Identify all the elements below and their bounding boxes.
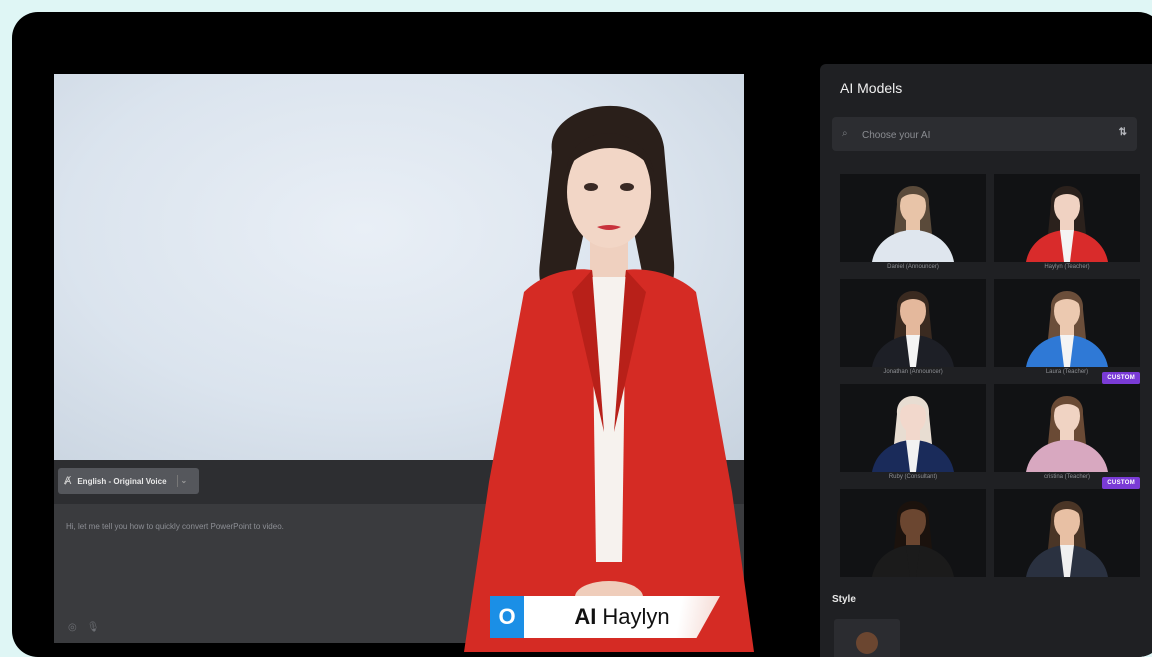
model-thumbnail <box>840 174 986 262</box>
search-icon: ⌕ <box>842 128 848 139</box>
model-thumbnail <box>840 384 986 472</box>
model-portrait-icon <box>872 186 954 262</box>
panel-title: AI Models <box>840 80 903 96</box>
voice-language-button[interactable]: Ⱥ English - Original Voice ⌄ <box>58 468 199 494</box>
editor-bottom-tools: ◎ 🎙 <box>68 622 99 633</box>
model-thumbnail <box>994 489 1140 577</box>
style-section-title: Style <box>832 594 856 605</box>
model-caption: Haylyn (Teacher) <box>1044 264 1090 270</box>
model-portrait-icon <box>1026 396 1108 472</box>
model-portrait-icon <box>872 396 954 472</box>
model-portrait-icon <box>872 291 954 367</box>
ai-models-panel: AI Models ⌕ ⇅ Daniel (Announcer) Haylyn (… <box>820 64 1152 657</box>
model-portrait-icon <box>1026 501 1108 577</box>
custom-badge: CUSTOM <box>1102 477 1140 489</box>
model-search-input[interactable] <box>860 125 1084 145</box>
model-thumbnail <box>994 174 1140 262</box>
model-card[interactable]: Daniel (Announcer) <box>840 174 986 279</box>
script-text-area[interactable]: Hi, let me tell you how to quickly conve… <box>66 522 284 531</box>
record-icon[interactable]: ◎ <box>68 622 77 633</box>
model-card[interactable]: Ruby (Consultant) <box>840 384 986 489</box>
style-thumbnail[interactable] <box>834 619 900 657</box>
model-caption: Ruby (Consultant) <box>888 474 938 480</box>
model-thumbnail <box>994 279 1140 367</box>
model-caption: Jonathan (Announcer) <box>883 369 943 375</box>
style-avatar-icon <box>856 632 878 654</box>
presenter-name: AI Haylyn <box>524 596 720 638</box>
model-grid: Daniel (Announcer) Haylyn (Teacher) Jonath… <box>840 174 1140 594</box>
ai-presenter-avatar <box>464 105 754 652</box>
model-portrait-icon <box>1026 186 1108 262</box>
translate-icon: Ⱥ <box>64 475 72 487</box>
model-portrait-icon <box>872 501 954 577</box>
voice-language-label: English - Original Voice <box>77 476 167 486</box>
filter-icon[interactable]: ⇅ <box>1119 127 1127 138</box>
model-thumbnail <box>994 384 1140 472</box>
model-caption: Daniel (Announcer) <box>887 264 939 270</box>
model-card[interactable]: Haylyn (Teacher) <box>994 174 1140 279</box>
model-card[interactable] <box>840 489 986 594</box>
model-card[interactable]: Jonathan (Announcer) <box>840 279 986 384</box>
model-thumbnail <box>840 279 986 367</box>
microphone-icon[interactable]: 🎙 <box>87 622 100 633</box>
app-window: Ⱥ English - Original Voice ⌄ Hi, let me … <box>12 12 1152 657</box>
presenter-name-tag: O AI Haylyn <box>490 596 720 638</box>
model-thumbnail <box>840 489 986 577</box>
chevron-down-icon[interactable]: ⌄ <box>176 475 189 487</box>
model-portrait-icon <box>1026 291 1108 367</box>
model-search-box: ⌕ ⇅ <box>832 117 1137 151</box>
model-card[interactable]: CUSTOM <box>994 477 1140 594</box>
custom-badge: CUSTOM <box>1102 372 1140 384</box>
model-card[interactable]: cristina (Teacher) CUSTOM <box>994 372 1140 489</box>
model-card[interactable]: Laura (Teacher) <box>994 279 1140 384</box>
brand-logo-icon: O <box>490 596 524 638</box>
